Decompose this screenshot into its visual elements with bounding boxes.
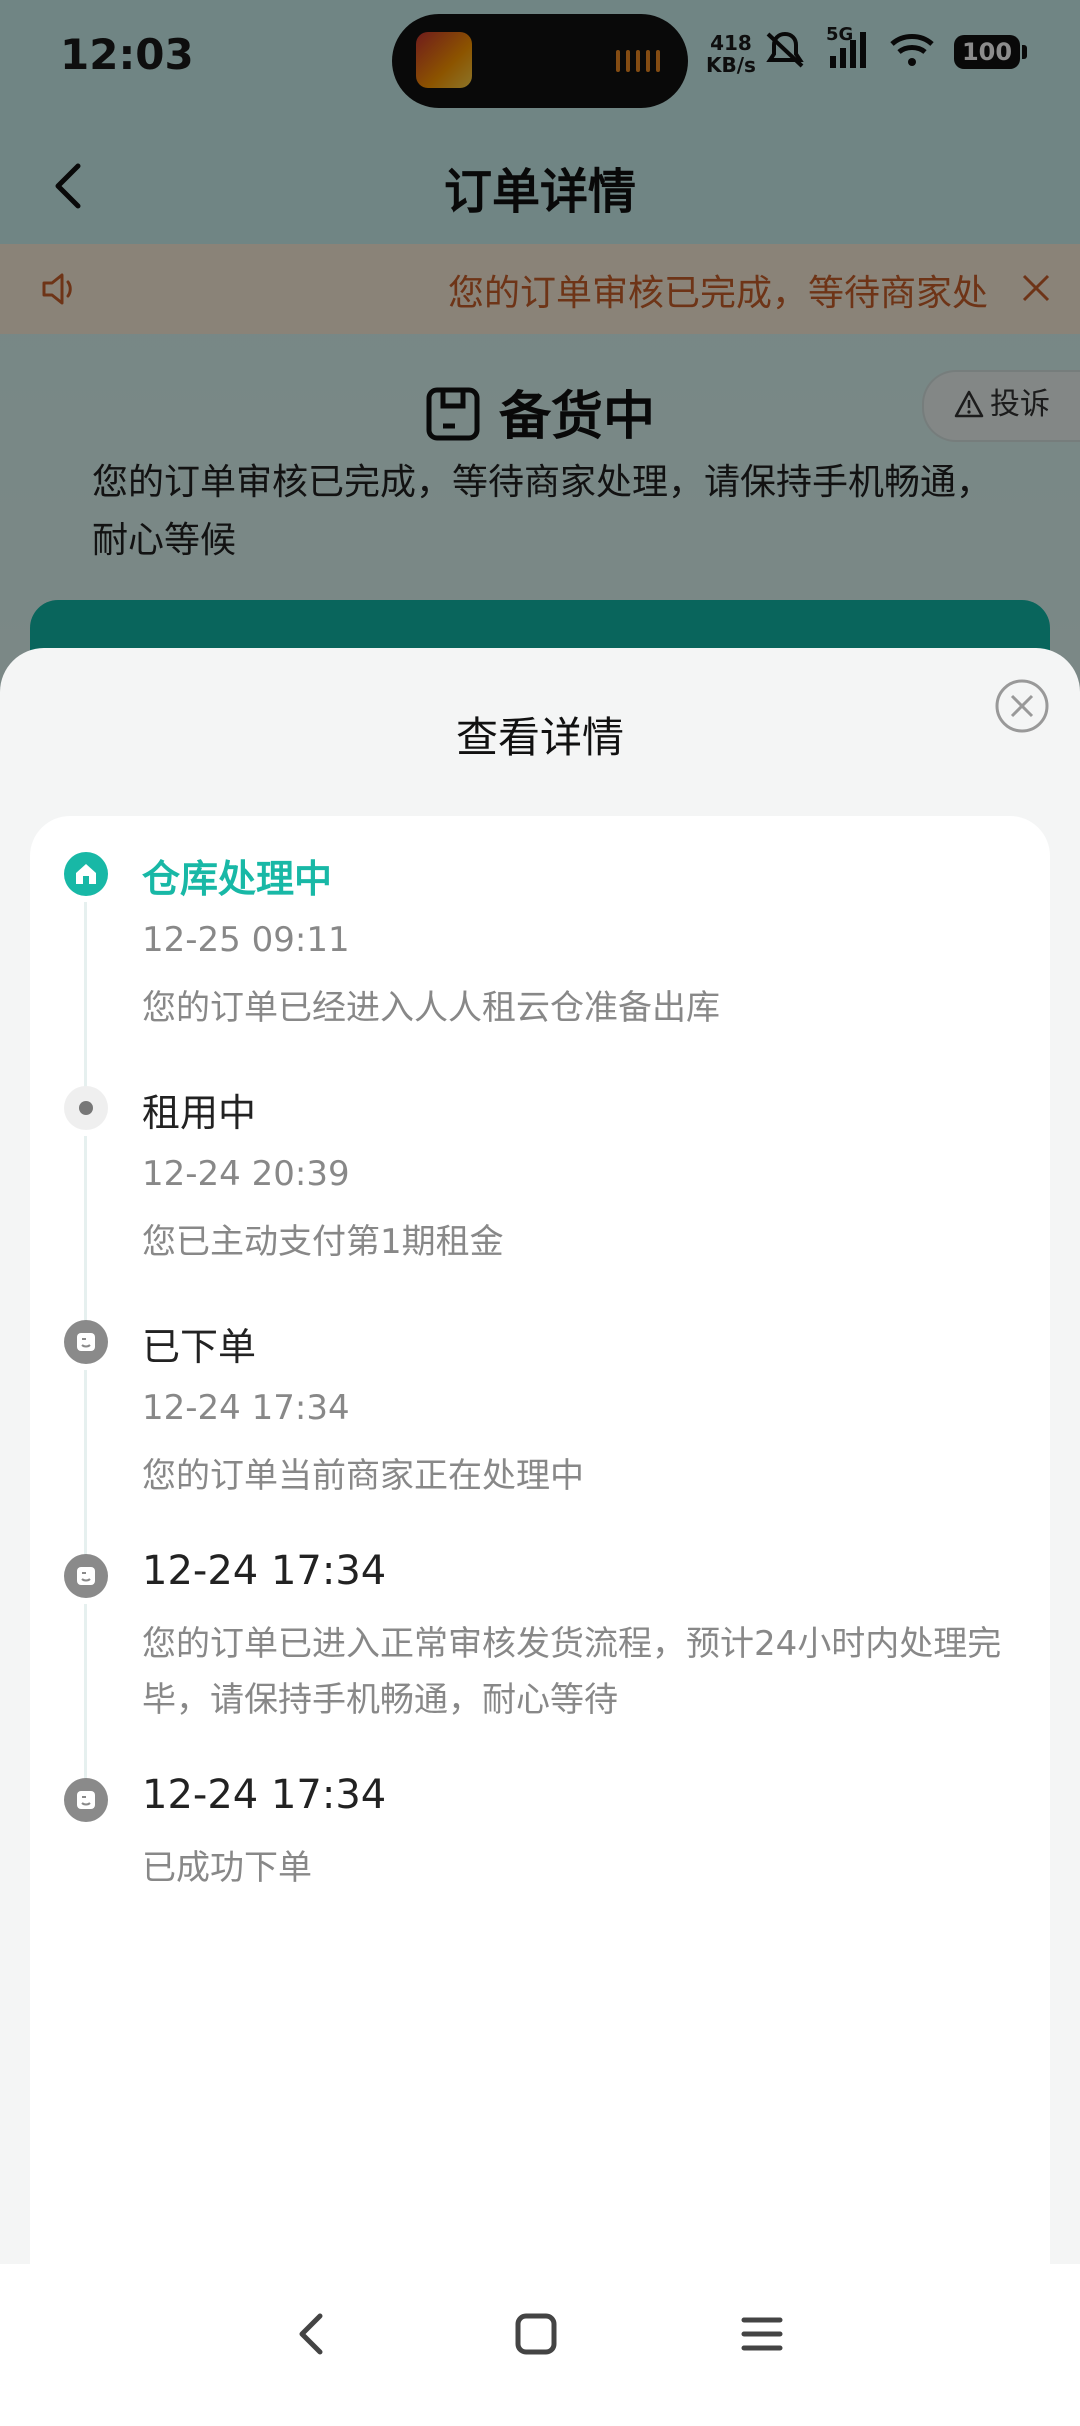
system-home-button[interactable] [506,2304,566,2364]
details-sheet: 查看详情 仓库处理中 12-25 09:11 您的订单已经进入人人租云仓准备出库… [0,648,1080,2426]
note-icon [64,1320,108,1364]
timeline-title: 仓库处理中 [142,857,333,901]
timeline-time: 12-24 17:34 [142,1772,387,1818]
timeline-time: 12-24 17:34 [142,1548,387,1594]
chevron-left-icon [299,2313,323,2355]
timeline-title: 已下单 [142,1325,257,1369]
timeline-desc: 您的订单已经进入人人租云仓准备出库 [142,988,720,1028]
timeline: 仓库处理中 12-25 09:11 您的订单已经进入人人租云仓准备出库 租用中 … [30,816,1050,2426]
note-icon [64,1554,108,1598]
home-icon [64,852,108,896]
timeline-desc: 您的订单已进入正常审核发货流程，预计24小时内处理完毕，请保持手机畅通，耐心等待 [142,1624,1002,1720]
timeline-desc: 您已主动支付第1期租金 [142,1222,504,1262]
timeline-time: 12-24 20:39 [142,1154,350,1194]
timeline-time: 12-24 17:34 [142,1388,350,1428]
system-menu-button[interactable] [732,2304,792,2364]
sheet-title: 查看详情 [455,713,624,762]
timeline-desc: 您的订单当前商家正在处理中 [142,1456,584,1496]
close-button[interactable] [994,678,1050,734]
dot-icon [64,1086,108,1130]
menu-icon [741,2317,783,2351]
note-icon [64,1778,108,1822]
system-nav-bar [0,2264,1080,2400]
timeline-desc: 已成功下单 [142,1848,312,1888]
system-back-button[interactable] [282,2304,342,2364]
timeline-time: 12-25 09:11 [142,920,350,960]
square-icon [515,2313,557,2355]
timeline-title: 租用中 [142,1091,257,1135]
close-circle-icon [995,679,1049,733]
